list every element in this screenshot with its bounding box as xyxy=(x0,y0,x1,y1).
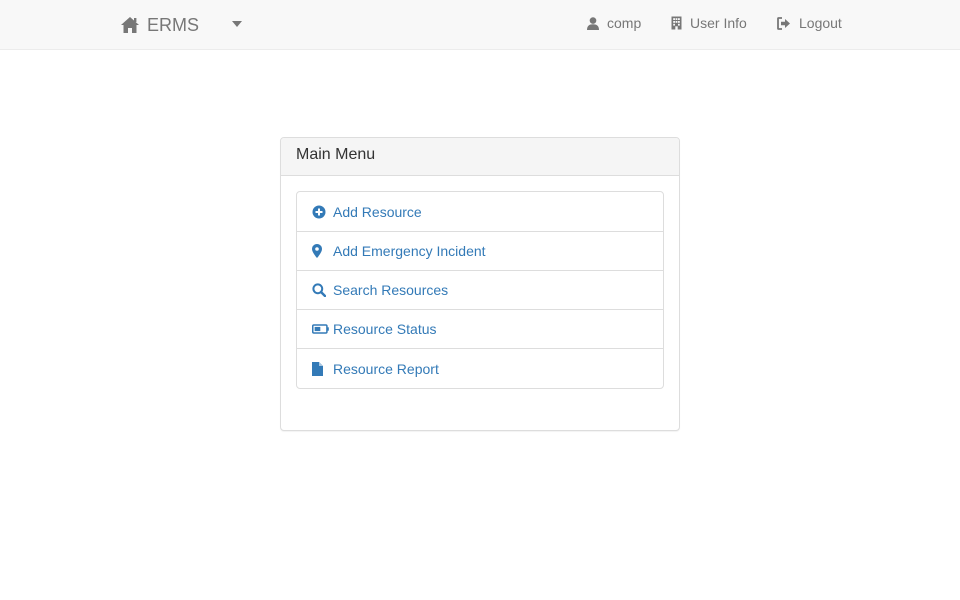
add-resource-label: Add Resource xyxy=(333,203,422,220)
user-label: comp xyxy=(607,15,642,31)
search-resources-link[interactable]: Search Resources xyxy=(296,270,664,310)
building-icon xyxy=(671,16,682,30)
logout-label: Logout xyxy=(799,15,842,31)
panel-title: Main Menu xyxy=(281,138,679,176)
brand-label: ERMS xyxy=(147,14,200,35)
top-navbar: ERMS comp User Info Logout xyxy=(0,0,960,50)
nav-user-info-link[interactable]: User Info xyxy=(671,15,747,31)
add-emergency-incident-label: Add Emergency Incident xyxy=(333,243,486,259)
nav-logout-link[interactable]: Logout xyxy=(777,15,842,31)
file-icon xyxy=(312,361,329,376)
resource-report-link[interactable]: Resource Report xyxy=(296,348,664,389)
main-menu-list: Add Resource Add Emergency Incident Sear… xyxy=(296,191,664,389)
plus-circle-icon xyxy=(312,205,329,219)
user-icon xyxy=(587,16,599,30)
logout-icon xyxy=(777,16,791,30)
resource-report-label: Resource Report xyxy=(333,360,439,377)
main-menu-panel: Main Menu Add Resource Add Emergency Inc… xyxy=(280,137,680,431)
brand-link[interactable]: ERMS xyxy=(120,0,199,50)
nav-user-link[interactable]: comp xyxy=(587,15,641,31)
caret-down-icon[interactable] xyxy=(232,21,242,27)
resource-status-label: Resource Status xyxy=(333,321,437,337)
add-emergency-incident-link[interactable]: Add Emergency Incident xyxy=(296,231,664,271)
search-resources-label: Search Resources xyxy=(333,282,449,298)
search-icon xyxy=(312,283,329,297)
map-marker-icon xyxy=(312,244,329,258)
resource-status-link[interactable]: Resource Status xyxy=(296,309,664,349)
home-icon xyxy=(120,16,140,34)
user-info-label: User Info xyxy=(690,15,747,31)
add-resource-link[interactable]: Add Resource xyxy=(296,191,664,232)
battery-icon xyxy=(312,324,329,334)
